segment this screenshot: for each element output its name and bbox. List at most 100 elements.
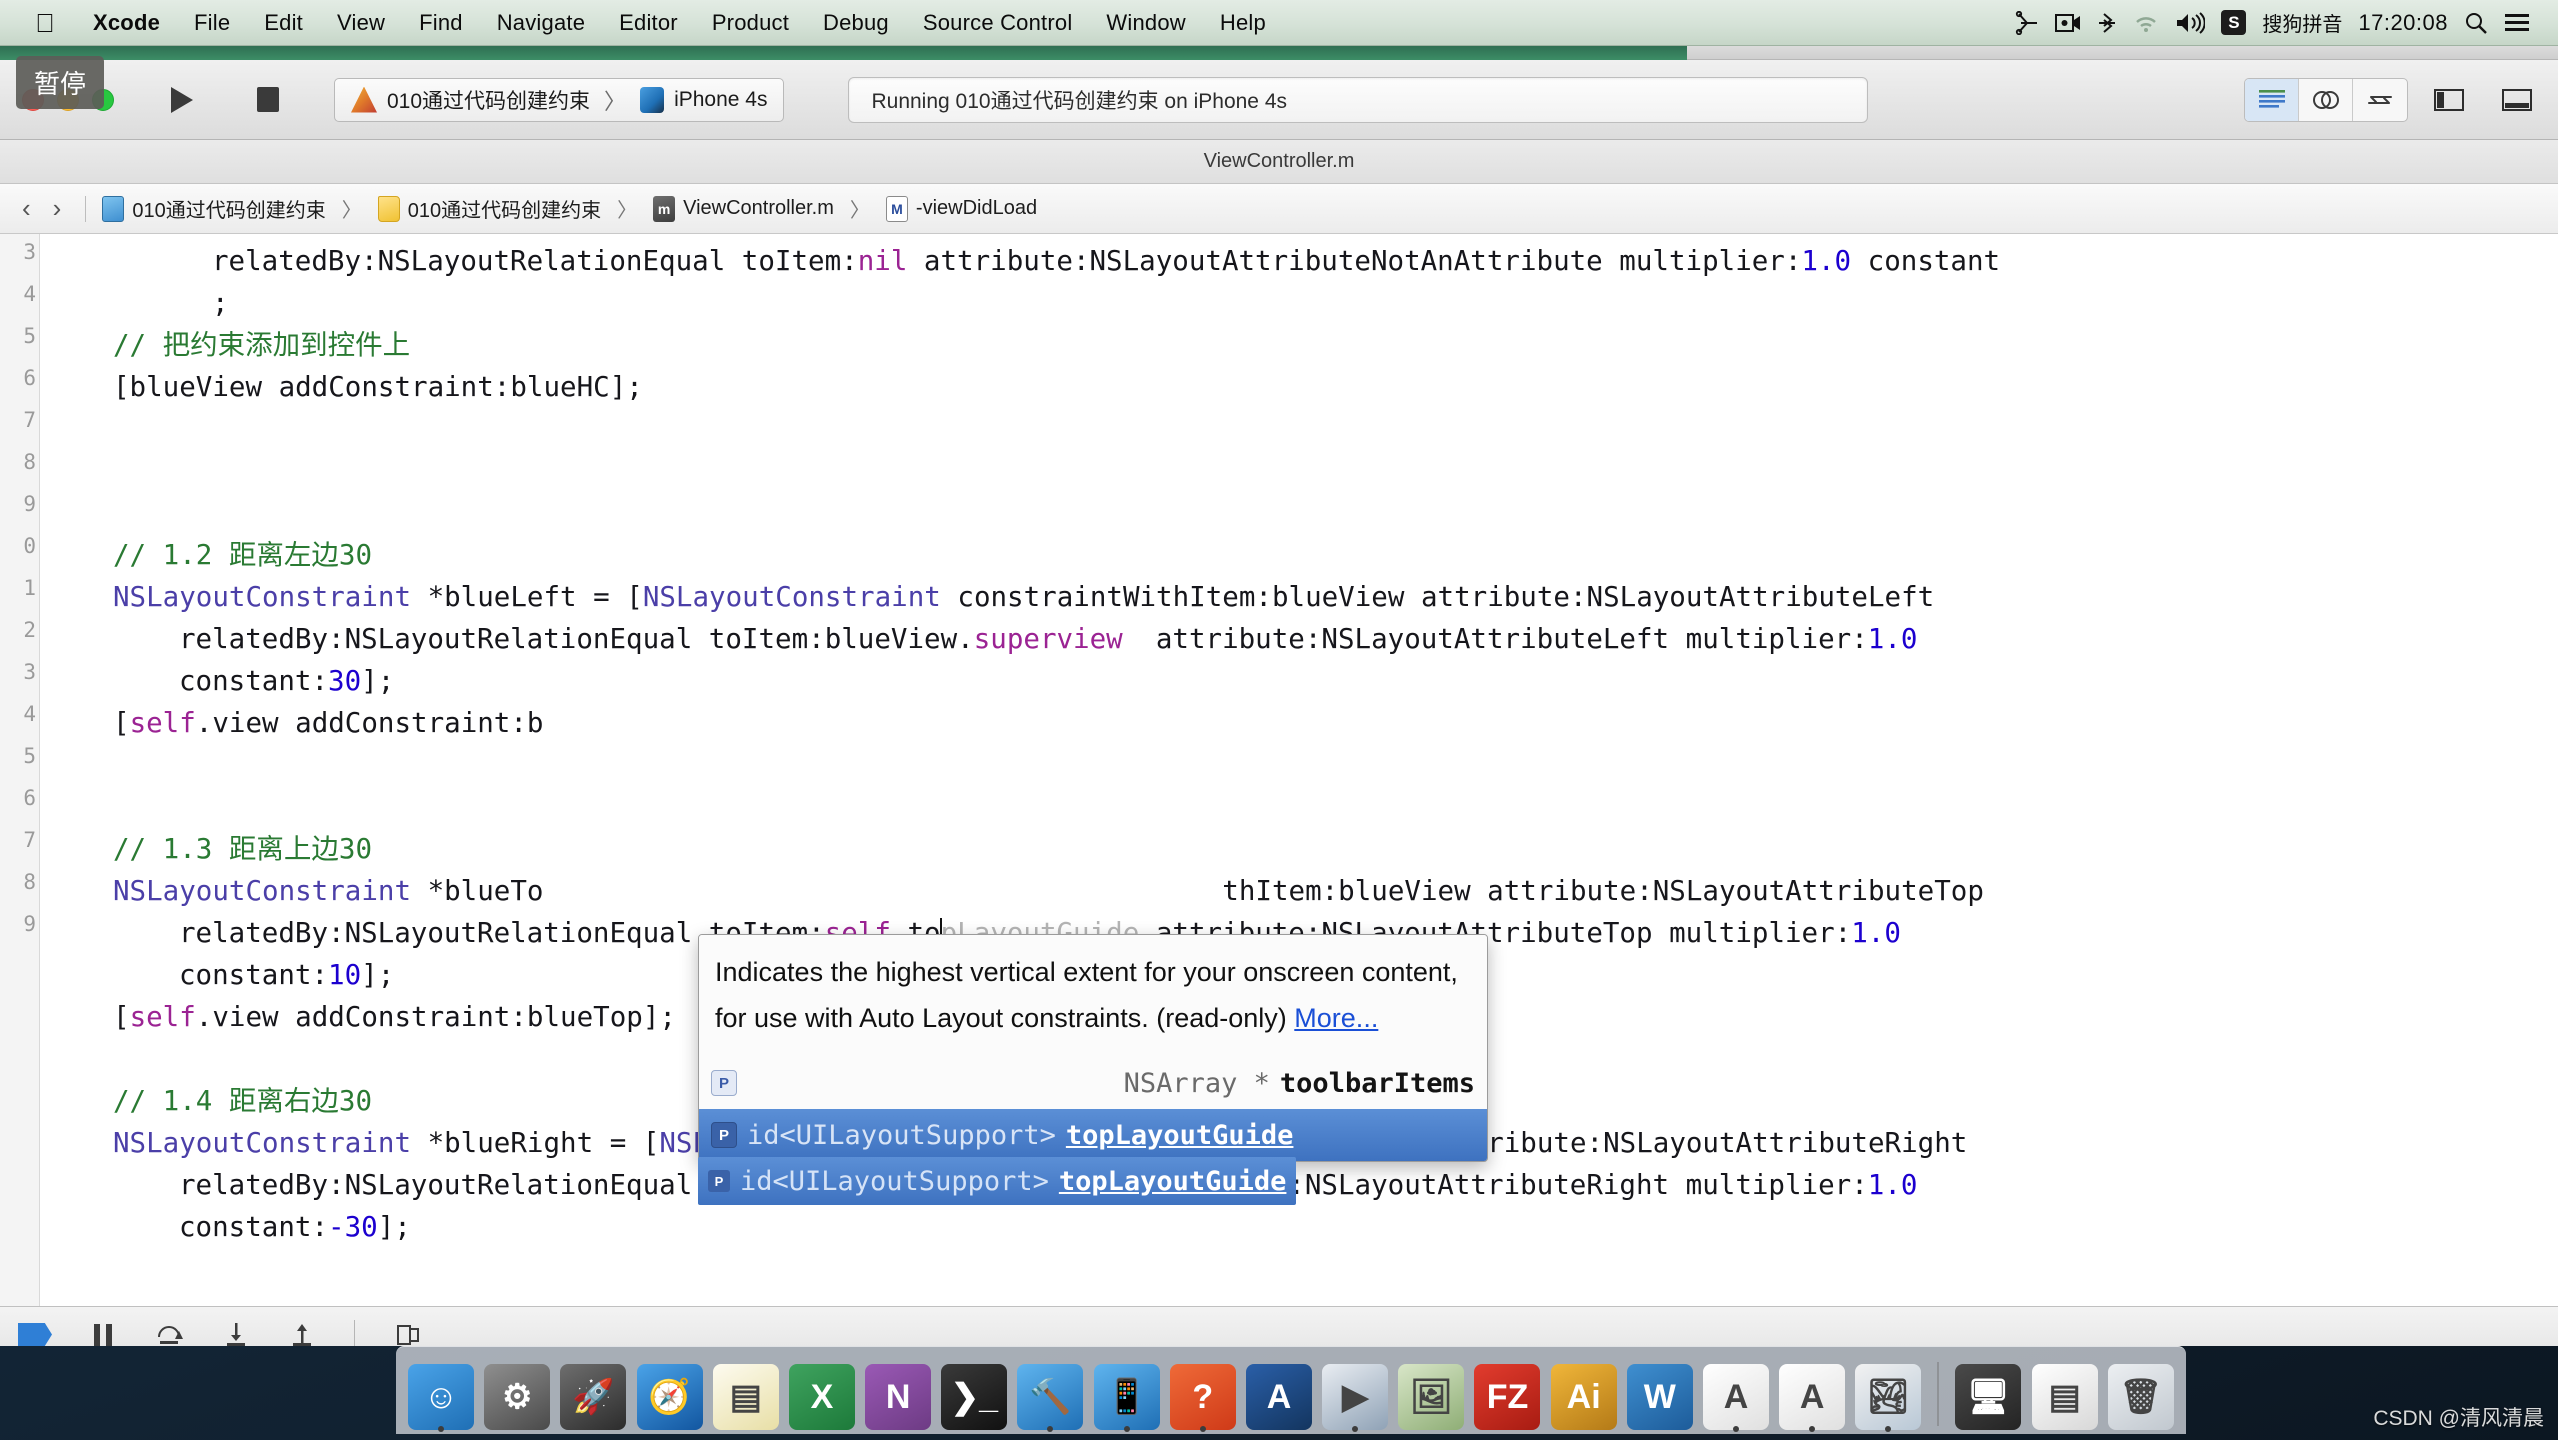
dock-item-safari[interactable]: 🧭 bbox=[635, 1356, 705, 1430]
navigate-forward-button[interactable]: › bbox=[45, 193, 70, 224]
code-line: NSLayoutConstraint *blueLeft = [NSLayout… bbox=[113, 576, 1934, 618]
autocomplete-item-toolbarItems[interactable]: P NSArray * toolbarItems bbox=[699, 1057, 1487, 1109]
menu-item-file[interactable]: File bbox=[177, 8, 247, 38]
dock-item-downloads-folder[interactable]: ▤ bbox=[2030, 1356, 2100, 1430]
dock-item-xcode-beta[interactable]: 📱 bbox=[1092, 1356, 1162, 1430]
breadcrumb-item-project[interactable]: 010通过代码创建约束 bbox=[102, 194, 325, 223]
screen-record-icon[interactable] bbox=[2055, 13, 2081, 33]
simulate-location-button[interactable] bbox=[393, 1321, 423, 1347]
dock-running-indicator bbox=[1200, 1426, 1206, 1432]
menu-item-help[interactable]: Help bbox=[1203, 8, 1283, 38]
autocomplete-name-0: toolbarItems bbox=[1280, 1068, 1475, 1099]
editor-mode-segmented-control[interactable] bbox=[2244, 78, 2408, 122]
breadcrumb-item-folder[interactable]: 010通过代码创建约束 bbox=[378, 194, 601, 223]
run-play-icon bbox=[169, 85, 195, 115]
code-token: NSLayoutConstraint bbox=[113, 1127, 411, 1159]
dock-item-word[interactable]: W bbox=[1625, 1356, 1695, 1430]
menu-item-find[interactable]: Find bbox=[402, 8, 480, 38]
menu-item-view[interactable]: View bbox=[320, 8, 402, 38]
notification-center-icon[interactable] bbox=[2504, 12, 2530, 34]
code-token: relatedBy:NSLayoutRelationEqual toItem: bbox=[212, 245, 858, 277]
dock-divider bbox=[1937, 1362, 1939, 1426]
dock-item-terminal[interactable]: ❯_ bbox=[939, 1356, 1009, 1430]
dock-item-onenote[interactable]: N bbox=[863, 1356, 933, 1430]
dock-item-finder-window[interactable]: 🖥 bbox=[1953, 1356, 2023, 1430]
dock-item-photos[interactable]: 🏞 bbox=[1853, 1356, 1923, 1430]
autocomplete-more-link[interactable]: More... bbox=[1294, 1003, 1378, 1033]
code-line: // 1.2 距离左边30 bbox=[113, 534, 372, 576]
pause-tooltip: 暂停 bbox=[16, 56, 104, 109]
breadcrumb-item-file[interactable]: m ViewController.m bbox=[653, 196, 834, 222]
code-line: relatedBy:NSLayoutRelationEqual toItem:b… bbox=[179, 618, 1917, 660]
menu-item-edit[interactable]: Edit bbox=[247, 8, 320, 38]
run-button[interactable] bbox=[154, 78, 210, 122]
apple-icon[interactable]:  bbox=[28, 10, 62, 36]
code-token: ; bbox=[212, 287, 229, 319]
autocomplete-popup[interactable]: Indicates the highest vertical extent fo… bbox=[698, 934, 1488, 1162]
code-token: -30 bbox=[328, 1211, 378, 1243]
scheme-selector[interactable]: 010通过代码创建约束 〉 iPhone 4s bbox=[334, 78, 784, 122]
menu-item-debug[interactable]: Debug bbox=[806, 8, 906, 38]
wifi-icon[interactable] bbox=[2133, 13, 2159, 33]
dock-item-quicktime[interactable]: ▶ bbox=[1320, 1356, 1390, 1430]
dock-item-finder[interactable]: ☺ bbox=[406, 1356, 476, 1430]
sogou-input-label[interactable]: 搜狗拼音 bbox=[2262, 8, 2342, 37]
dock-item-launchpad[interactable]: 🚀 bbox=[558, 1356, 628, 1430]
dock-item-textedit-1[interactable]: A bbox=[1701, 1356, 1771, 1430]
dock-item-preview[interactable]: 🖼 bbox=[1396, 1356, 1466, 1430]
assistant-editor-icon bbox=[2311, 88, 2341, 112]
menu-item-window[interactable]: Window bbox=[1089, 8, 1202, 38]
dock-item-trash[interactable]: 🗑 bbox=[2106, 1356, 2176, 1430]
code-editor[interactable]: 34567890123456789 relatedBy:NSLayoutRela… bbox=[0, 234, 2558, 1306]
onenote-icon: N bbox=[865, 1364, 931, 1430]
dock-item-help-viewer[interactable]: ? bbox=[1168, 1356, 1238, 1430]
word-icon: W bbox=[1627, 1364, 1693, 1430]
debug-area-toggle-button[interactable] bbox=[2490, 79, 2544, 121]
code-token: // 1.3 距离上边30 bbox=[113, 833, 372, 865]
code-token: superview bbox=[974, 623, 1123, 655]
sogou-input-badge[interactable]: S bbox=[2221, 10, 2246, 35]
terminal-icon: ❯_ bbox=[941, 1364, 1007, 1430]
autocomplete-item-topLayoutGuide[interactable]: P id<UILayoutSupport> topLayoutGuide bbox=[699, 1109, 1487, 1161]
search-icon[interactable] bbox=[2464, 11, 2488, 35]
dock-item-notes[interactable]: ▤ bbox=[711, 1356, 781, 1430]
dock-item-excel[interactable]: X bbox=[787, 1356, 857, 1430]
dock-item-system-preferences[interactable]: ⚙ bbox=[482, 1356, 552, 1430]
menubar-clock[interactable]: 17:20:08 bbox=[2358, 10, 2448, 36]
hide-debug-area-button[interactable] bbox=[18, 1323, 52, 1347]
code-line: // 1.3 距离上边30 bbox=[113, 828, 372, 870]
dock-item-acrobat[interactable]: A bbox=[1244, 1356, 1314, 1430]
code-token: // 1.2 距离左边30 bbox=[113, 539, 372, 571]
step-over-button[interactable] bbox=[154, 1321, 184, 1347]
dock-item-textedit-2[interactable]: A bbox=[1777, 1356, 1847, 1430]
dock-item-xcode[interactable]: 🔨 bbox=[1015, 1356, 1085, 1430]
scissors-icon[interactable] bbox=[2015, 11, 2039, 35]
assistant-editor-button[interactable] bbox=[2299, 79, 2353, 121]
standard-editor-button[interactable] bbox=[2245, 79, 2299, 121]
bluetooth-icon[interactable] bbox=[2097, 11, 2117, 35]
menu-item-xcode[interactable]: Xcode bbox=[76, 8, 177, 38]
code-line: relatedBy:NSLayoutRelationEqual toItem:n… bbox=[212, 240, 2000, 282]
step-into-button[interactable] bbox=[222, 1321, 250, 1347]
pause-program-button[interactable] bbox=[90, 1321, 116, 1347]
navigator-toggle-button[interactable] bbox=[2422, 79, 2476, 121]
stop-button[interactable] bbox=[240, 78, 296, 122]
menu-item-source-control[interactable]: Source Control bbox=[906, 8, 1090, 38]
system-preferences-icon: ⚙ bbox=[484, 1364, 550, 1430]
menu-item-navigate[interactable]: Navigate bbox=[480, 8, 602, 38]
navigate-back-button[interactable]: ‹ bbox=[14, 193, 39, 224]
autocomplete-inline-chip[interactable]: P id<UILayoutSupport> topLayoutGuide bbox=[698, 1157, 1296, 1205]
dock-item-filezilla[interactable]: FZ bbox=[1472, 1356, 1542, 1430]
menu-item-product[interactable]: Product bbox=[695, 8, 806, 38]
code-token: *blueLeft = [ bbox=[411, 581, 643, 613]
dock-item-illustrator[interactable]: Ai bbox=[1549, 1356, 1619, 1430]
macos-dock[interactable]: ☺⚙🚀🧭▤XN❯_🔨📱?A▶🖼FZAiWAA🏞🖥▤🗑 bbox=[396, 1346, 2186, 1434]
volume-icon[interactable] bbox=[2175, 12, 2205, 34]
code-token: constant bbox=[1851, 245, 2000, 277]
version-editor-button[interactable] bbox=[2353, 79, 2407, 121]
code-token: relatedBy:NSLayoutRelationEqual toItem:b… bbox=[179, 623, 974, 655]
property-badge-icon-selected: P bbox=[711, 1122, 737, 1148]
breadcrumb-item-method[interactable]: M -viewDidLoad bbox=[886, 196, 1037, 222]
step-out-button[interactable] bbox=[288, 1321, 316, 1347]
menu-item-editor[interactable]: Editor bbox=[602, 8, 695, 38]
